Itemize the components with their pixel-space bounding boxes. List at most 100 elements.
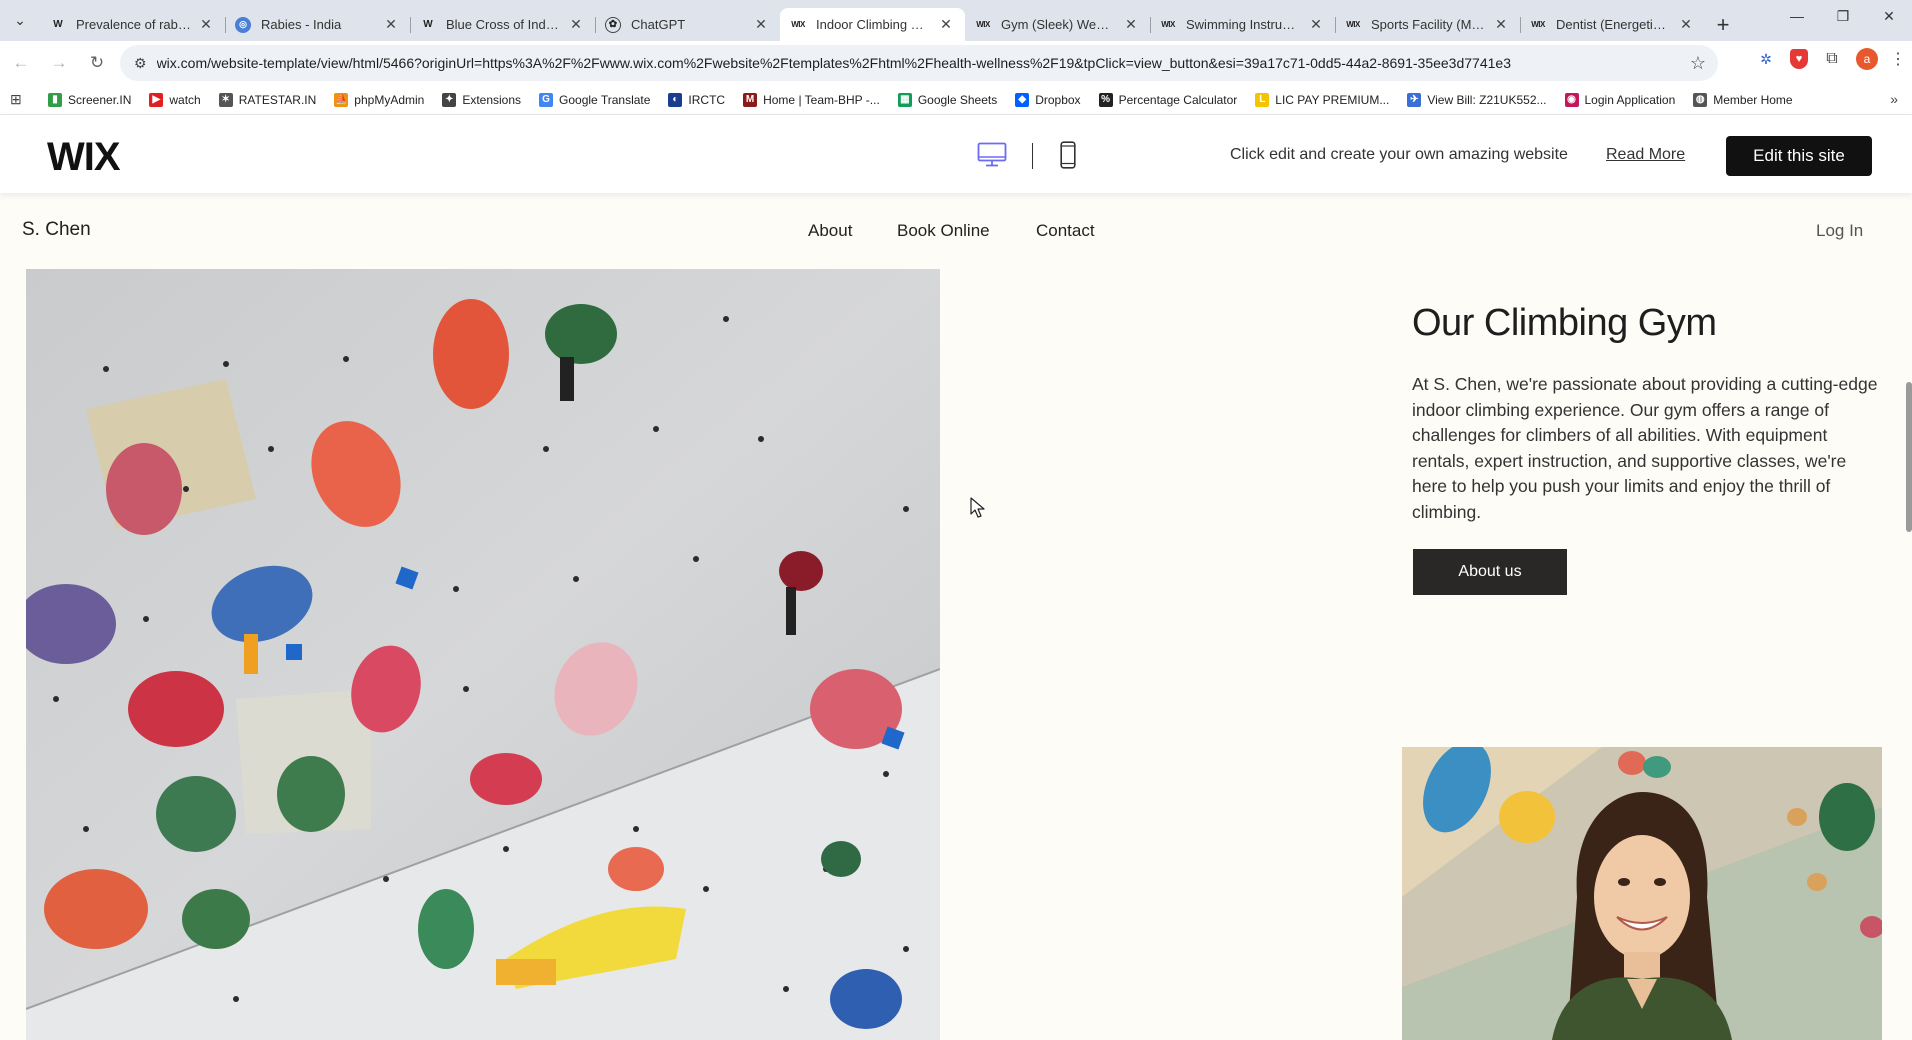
bookmark-star-icon[interactable]: ☆	[1678, 53, 1718, 74]
site-info-icon[interactable]: ⚙	[134, 55, 147, 72]
bookmark-item[interactable]: ▦ Google Sheets	[897, 92, 998, 107]
about-us-button[interactable]: About us	[1413, 549, 1567, 595]
browser-tab[interactable]: WIX Gym (Sleek) Website ✕	[965, 8, 1150, 41]
browser-tab[interactable]: W Prevalence of rabies ✕	[40, 8, 225, 41]
tab-title: Indoor Climbing Gym	[816, 17, 931, 32]
tab-close-icon[interactable]: ✕	[382, 16, 400, 33]
bookmark-item[interactable]: ◍ Member Home	[1693, 92, 1793, 107]
browser-tab[interactable]: W Blue Cross of India - ✕	[410, 8, 595, 41]
bookmark-item[interactable]: ✦ Extensions	[442, 92, 521, 107]
tab-close-icon[interactable]: ✕	[197, 16, 215, 33]
bookmark-label: Login Application	[1584, 92, 1676, 107]
nav-book-online[interactable]: Book Online	[897, 221, 990, 241]
extensions-puzzle-icon[interactable]: ⧉	[1820, 47, 1844, 71]
bookmark-item[interactable]: % Percentage Calculator	[1098, 92, 1237, 107]
bookmark-item[interactable]: ◉ Login Application	[1564, 92, 1676, 107]
browser-tab[interactable]: WIX Indoor Climbing Gym ✕	[780, 8, 965, 41]
wix-icon: WIX	[1161, 20, 1175, 29]
browser-tab[interactable]: WIX Swimming Instructor ✕	[1150, 8, 1335, 41]
percent-icon: %	[1098, 92, 1113, 107]
new-tab-button[interactable]: +	[1705, 8, 1741, 41]
nav-contact[interactable]: Contact	[1036, 221, 1095, 241]
mouse-cursor-icon	[970, 497, 985, 518]
bookmark-item[interactable]: ▶ watch	[149, 92, 201, 107]
tab-close-icon[interactable]: ✕	[937, 16, 955, 33]
url-text[interactable]: wix.com/website-template/view/html/5466?…	[157, 55, 1678, 71]
hero-title: Our Climbing Gym	[1412, 302, 1717, 344]
extension-gear-icon[interactable]: ✲	[1754, 47, 1778, 71]
bookmark-item[interactable]: M Home | Team-BHP -...	[743, 92, 880, 107]
globe-icon: ◍	[1693, 92, 1708, 107]
tab-close-icon[interactable]: ✕	[567, 16, 585, 33]
puzzle-icon: ✦	[442, 92, 457, 107]
mobile-view-icon[interactable]	[1060, 141, 1076, 169]
wix-preview-bar: WIX Click edit and create your own amazi…	[0, 115, 1912, 193]
chart-icon: ▮	[48, 92, 62, 107]
login-link[interactable]: Log In	[1816, 221, 1863, 241]
bookmarks-overflow-icon[interactable]: »	[1890, 91, 1898, 107]
browser-menu-icon[interactable]: ⋮	[1890, 49, 1906, 69]
bookmark-label: Home | Team-BHP -...	[763, 92, 880, 107]
bookmark-item[interactable]: ◐ IRCTC	[668, 92, 725, 107]
edit-this-site-button[interactable]: Edit this site	[1726, 136, 1872, 176]
bookmark-label: Google Sheets	[917, 92, 998, 107]
youtube-icon: ▶	[149, 92, 164, 107]
teambhp-icon: M	[743, 92, 758, 107]
bill-icon: ✈	[1407, 92, 1422, 107]
tab-close-icon[interactable]: ✕	[1122, 16, 1140, 33]
tab-search-chevron-icon[interactable]: ⌄	[0, 0, 40, 41]
tab-title: Blue Cross of India -	[446, 17, 561, 32]
nav-about[interactable]: About	[808, 221, 852, 241]
bookmark-item[interactable]: ⛵ phpMyAdmin	[334, 92, 424, 107]
bookmark-list: ▮ Screener.IN ▶ watch ✶ RATESTAR.IN ⛵ phpMyAdmi…	[48, 92, 1811, 107]
browser-tab-strip: ⌄ W Prevalence of rabies ✕ ◎ Rabies - India ✕…	[0, 0, 1912, 41]
browser-tab[interactable]: WIX Sports Facility (Mode ✕	[1335, 8, 1520, 41]
bookmark-label: View Bill: Z21UK552...	[1427, 92, 1547, 107]
wix-icon: WIX	[1531, 20, 1545, 29]
bookmark-item[interactable]: G Google Translate	[539, 92, 650, 107]
tab-title: Sports Facility (Mode	[1371, 17, 1486, 32]
wix-logo[interactable]: WIX	[47, 135, 121, 180]
bookmark-item[interactable]: L LIC PAY PREMIUM...	[1255, 92, 1389, 107]
restore-icon[interactable]: ❐	[1820, 0, 1866, 32]
bookmark-label: watch	[169, 92, 201, 107]
bookmark-item[interactable]: ✈ View Bill: Z21UK552...	[1407, 92, 1547, 107]
address-bar[interactable]: ⚙ wix.com/website-template/view/html/546…	[120, 45, 1718, 81]
apps-grid-icon[interactable]: ⊞	[10, 91, 32, 108]
wikipedia-icon: W	[53, 19, 63, 30]
browser-tab[interactable]: ✿ ChatGPT ✕	[595, 8, 780, 41]
browser-tab[interactable]: ◎ Rabies - India ✕	[225, 8, 410, 41]
extension-shield-icon[interactable]: ♥	[1790, 49, 1808, 69]
tab-close-icon[interactable]: ✕	[752, 16, 770, 33]
browser-toolbar: ← → ↻ ⚙ wix.com/website-template/view/ht…	[0, 41, 1912, 85]
page-scrollbar[interactable]	[1906, 382, 1912, 532]
bookmark-item[interactable]: ▮ Screener.IN	[48, 92, 131, 107]
globe-icon: ◎	[235, 16, 251, 33]
desktop-view-icon[interactable]	[977, 142, 1007, 168]
tab-close-icon[interactable]: ✕	[1307, 16, 1325, 33]
bookmark-item[interactable]: ◆ Dropbox	[1015, 92, 1081, 107]
forward-icon[interactable]: →	[42, 46, 76, 80]
extensions-area: ✲ ♥ ⧉ a ⋮	[1754, 47, 1906, 71]
tab-title: ChatGPT	[631, 17, 686, 32]
chatgpt-icon: ✿	[605, 16, 621, 33]
hold-orange	[433, 299, 509, 409]
bookmark-item[interactable]: ✶ RATESTAR.IN	[218, 92, 316, 107]
hero-description: At S. Chen, we're passionate about provi…	[1412, 374, 1878, 522]
profile-avatar[interactable]: a	[1856, 48, 1878, 70]
back-icon[interactable]: ←	[4, 46, 38, 80]
tab-close-icon[interactable]: ✕	[1677, 16, 1695, 33]
bookmark-label: Dropbox	[1035, 92, 1081, 107]
climbing-wall-illustration	[26, 269, 940, 1040]
minimize-icon[interactable]: —	[1774, 0, 1820, 32]
wix-icon: WIX	[1346, 20, 1360, 29]
tab-title: Dentist (Energetic) W	[1556, 17, 1671, 32]
tab-title: Prevalence of rabies	[76, 17, 191, 32]
browser-tab[interactable]: WIX Dentist (Energetic) W ✕	[1520, 8, 1705, 41]
tab-title: Gym (Sleek) Website	[1001, 17, 1116, 32]
reload-icon[interactable]: ↻	[80, 46, 114, 80]
site-brand[interactable]: S. Chen	[22, 219, 91, 241]
read-more-link[interactable]: Read More	[1606, 146, 1685, 164]
close-window-icon[interactable]: ✕	[1866, 0, 1912, 32]
tab-close-icon[interactable]: ✕	[1492, 16, 1510, 33]
